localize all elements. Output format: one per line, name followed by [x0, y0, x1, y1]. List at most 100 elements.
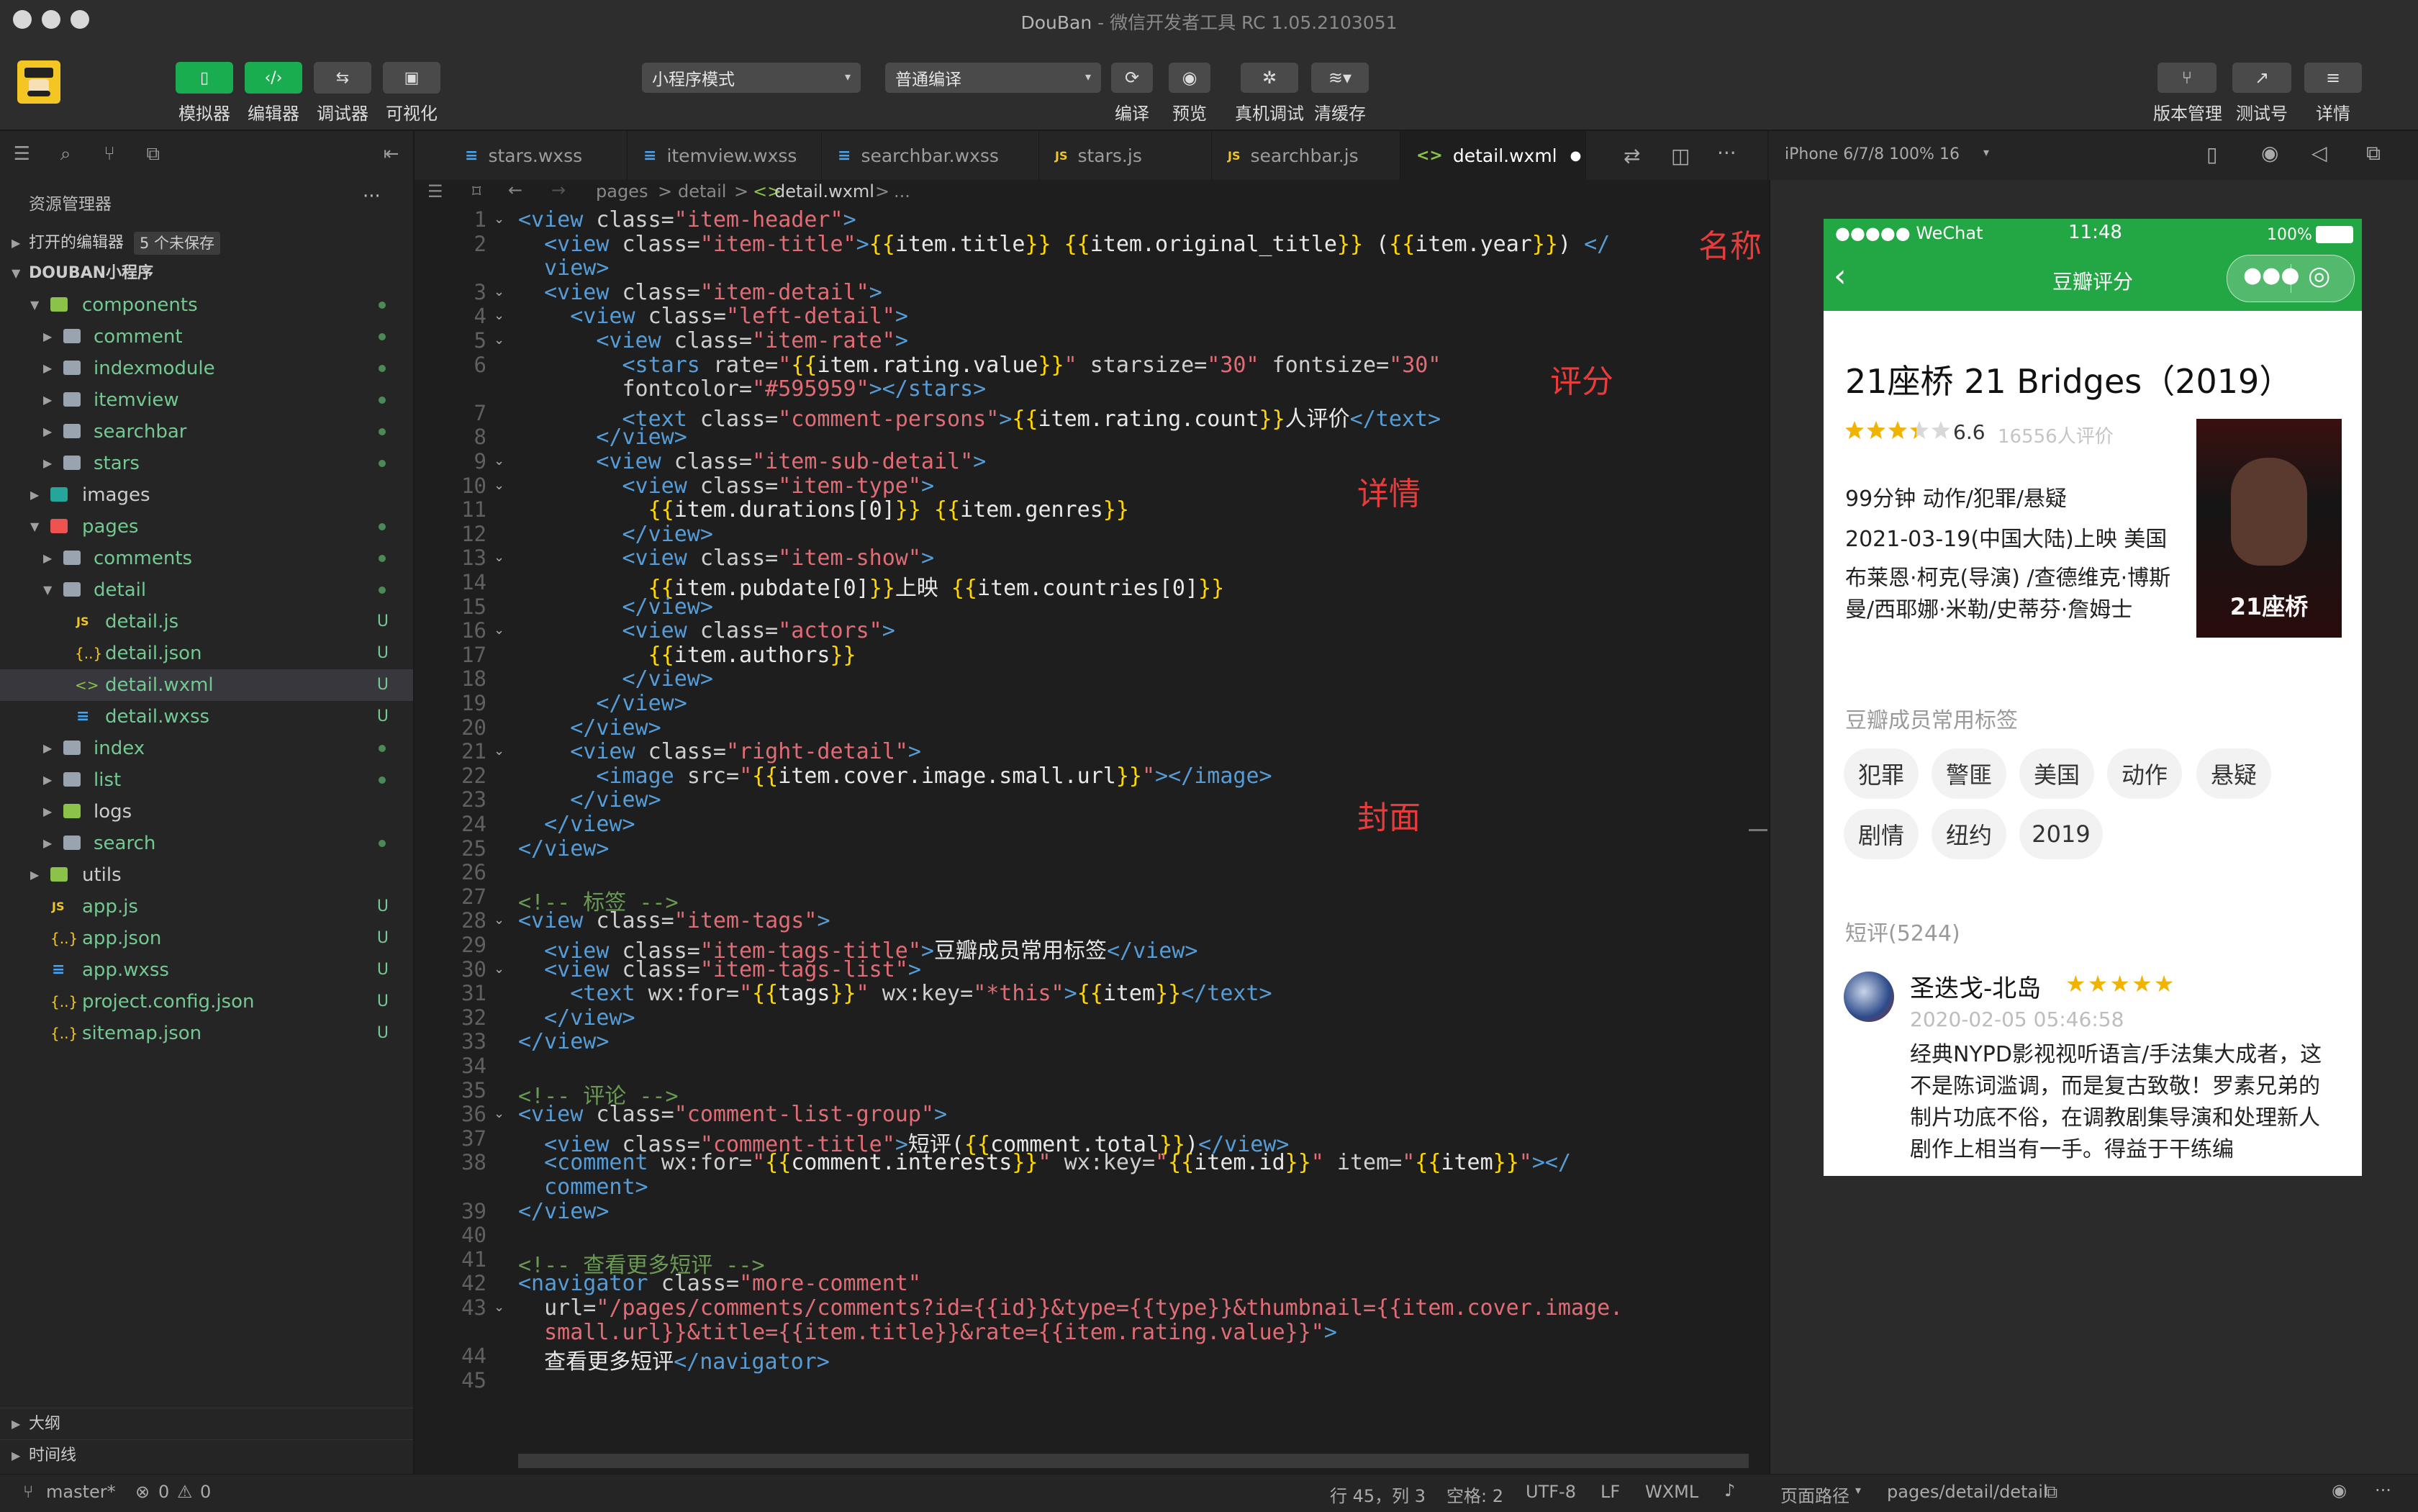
details-button[interactable]: ≡: [2304, 63, 2362, 93]
more-actions-icon[interactable]: ···: [1717, 141, 1736, 165]
horizontal-scrollbar[interactable]: [518, 1454, 1749, 1468]
tag-chip[interactable]: 动作: [2107, 748, 2182, 799]
remote-debug-button[interactable]: ✲: [1241, 63, 1298, 93]
tree-folder-index[interactable]: ▶ index: [0, 733, 413, 764]
tree-folder-components[interactable]: ▼ components: [0, 289, 413, 321]
capsule-menu[interactable]: ●●● ◎: [2227, 255, 2355, 302]
tree-folder-logs[interactable]: ▶ logs: [0, 796, 413, 828]
compile-select[interactable]: 普通编译 ▾: [885, 63, 1101, 93]
tag-chip[interactable]: 2019: [2019, 809, 2103, 859]
device-select[interactable]: iPhone 6/7/8 100% 16: [1785, 145, 1960, 163]
avatar[interactable]: [1844, 972, 1894, 1022]
bell-icon[interactable]: ♪: [1724, 1480, 1735, 1500]
preview-button[interactable]: ◉: [1169, 63, 1210, 93]
tree-file-project-config[interactable]: {..} project.config.json U: [0, 986, 413, 1018]
git-compare-icon[interactable]: ⇄: [1624, 144, 1640, 168]
tree-folder-search[interactable]: ▶ search: [0, 828, 413, 859]
tree-folder-searchbar[interactable]: ▶ searchbar: [0, 416, 413, 448]
record-icon[interactable]: ◉: [2261, 141, 2278, 165]
phone-icon[interactable]: ▯: [2206, 142, 2217, 166]
tree-file-sitemap[interactable]: {..} sitemap.json U: [0, 1018, 413, 1049]
outline-section[interactable]: ▶ 大纲: [0, 1408, 413, 1440]
bookmark-icon[interactable]: ⌑: [472, 181, 481, 202]
popout-icon[interactable]: ⧉: [2366, 141, 2381, 166]
list-icon[interactable]: ☰: [427, 181, 443, 202]
close-mini-program-icon[interactable]: ◎: [2308, 261, 2330, 291]
tag-chip[interactable]: 纽约: [1932, 809, 2006, 859]
visual-button[interactable]: ▣: [383, 62, 440, 94]
compile-button[interactable]: ⟳: [1111, 63, 1153, 93]
tree-file-detail-wxml[interactable]: <> detail.wxml U: [0, 669, 413, 701]
back-arrow-icon[interactable]: ←: [508, 180, 522, 200]
volume-icon[interactable]: ◁: [2311, 141, 2327, 165]
tree-folder-list[interactable]: ▶ list: [0, 764, 413, 796]
tree-folder-images[interactable]: ▶ images: [0, 479, 413, 511]
fold-chevron-icon[interactable]: ⌄: [494, 1300, 504, 1315]
language-mode[interactable]: WXML: [1645, 1482, 1698, 1502]
timeline-section[interactable]: ▶ 时间线: [0, 1439, 413, 1472]
movie-poster[interactable]: 21座桥: [2196, 419, 2342, 638]
simulator-button[interactable]: ▯: [176, 62, 233, 94]
tab-detail-wxml[interactable]: <> detail.wxml ●: [1400, 131, 1586, 180]
fold-chevron-icon[interactable]: ⌄: [494, 478, 504, 493]
fold-chevron-icon[interactable]: ⌄: [494, 623, 504, 638]
warning-count[interactable]: 0: [200, 1482, 211, 1502]
breadcrumb-item[interactable]: pages: [596, 181, 648, 202]
tab-stars-js[interactable]: JS stars.js: [1039, 131, 1212, 180]
version-button[interactable]: ⑂: [2157, 63, 2216, 93]
tree-file-detail-json[interactable]: {..} detail.json U: [0, 638, 413, 669]
cursor-position[interactable]: 行 45，列 3: [1330, 1482, 1426, 1507]
line-ending[interactable]: LF: [1600, 1482, 1620, 1502]
fold-chevron-icon[interactable]: ⌄: [494, 212, 504, 227]
tree-folder-detail[interactable]: ▼ detail: [0, 574, 413, 606]
fold-chevron-icon[interactable]: ⌄: [494, 332, 504, 348]
git-icon[interactable]: ⑂: [88, 143, 132, 165]
forward-arrow-icon[interactable]: →: [551, 180, 566, 200]
more-icon[interactable]: ···: [363, 186, 381, 207]
error-count[interactable]: 0: [158, 1482, 169, 1502]
open-editors-section[interactable]: ▶ 打开的编辑器 5 个未保存: [0, 227, 413, 259]
collapse-icon[interactable]: ⇤: [369, 143, 413, 165]
tree-folder-comments[interactable]: ▶ comments: [0, 543, 413, 574]
tag-chip[interactable]: 警匪: [1932, 748, 2006, 799]
tree-file-detail-js[interactable]: JS detail.js U: [0, 606, 413, 638]
extensions-icon[interactable]: ⧉: [131, 143, 175, 166]
tree-file-detail-wxss[interactable]: ≡ detail.wxss U: [0, 701, 413, 733]
eye-icon[interactable]: ◉: [2332, 1480, 2347, 1500]
git-branch[interactable]: master*: [46, 1482, 116, 1502]
split-editor-icon[interactable]: ◫: [1671, 144, 1690, 168]
code-editor[interactable]: 1 ⌄ 2 3 ⌄ 4 ⌄ 5 ⌄ 6 7 8 9 ⌄ 10 ⌄ 11 12 13 ⌄ 14 15 16 ⌄ 17 18 19 20 2…: [415, 207, 1767, 1474]
search-icon[interactable]: ⌕: [44, 143, 88, 166]
breadcrumb-item[interactable]: detail: [678, 181, 726, 202]
tag-chip[interactable]: 剧情: [1844, 809, 1919, 859]
tree-folder-stars[interactable]: ▶ stars: [0, 448, 413, 479]
tab-itemview-wxss[interactable]: ≡ itemview.wxss: [628, 131, 822, 180]
tree-file-app-json[interactable]: {..} app.json U: [0, 923, 413, 954]
fold-chevron-icon[interactable]: ⌄: [494, 284, 504, 299]
clear-cache-button[interactable]: ≋▾: [1311, 63, 1369, 93]
encoding[interactable]: UTF-8: [1526, 1482, 1576, 1502]
tree-file-app-wxss[interactable]: ≡ app.wxss U: [0, 954, 413, 986]
avatar[interactable]: [17, 60, 60, 104]
indentation[interactable]: 空格: 2: [1446, 1482, 1503, 1507]
tag-chip[interactable]: 犯罪: [1844, 748, 1919, 799]
editor-button[interactable]: ‹/›: [245, 62, 302, 94]
project-section[interactable]: ▼ DOUBAN小程序: [0, 258, 413, 289]
mode-select[interactable]: 小程序模式 ▾: [642, 63, 861, 93]
tree-folder-comment[interactable]: ▶ comment: [0, 321, 413, 353]
tab-searchbar-wxss[interactable]: ≡ searchbar.wxss: [822, 131, 1039, 180]
page-path-label[interactable]: 页面路径: [1780, 1482, 1849, 1507]
tree-file-app-js[interactable]: JS app.js U: [0, 891, 413, 923]
fold-chevron-icon[interactable]: ⌄: [494, 550, 504, 565]
tab-stars-wxss[interactable]: ≡ stars.wxss: [449, 131, 628, 180]
tree-folder-indexmodule[interactable]: ▶ indexmodule: [0, 353, 413, 384]
tab-searchbar-js[interactable]: JS searchbar.js: [1212, 131, 1400, 180]
fold-chevron-icon[interactable]: ⌄: [494, 913, 504, 928]
list-icon[interactable]: ☰: [0, 143, 44, 165]
fold-chevron-icon[interactable]: ⌄: [494, 961, 504, 977]
tree-folder-itemview[interactable]: ▶ itemview: [0, 384, 413, 416]
fold-chevron-icon[interactable]: ⌄: [494, 453, 504, 468]
copy-icon[interactable]: ⧉: [2045, 1482, 2057, 1502]
tag-chip[interactable]: 悬疑: [2196, 748, 2271, 799]
tag-chip[interactable]: 美国: [2019, 748, 2094, 799]
